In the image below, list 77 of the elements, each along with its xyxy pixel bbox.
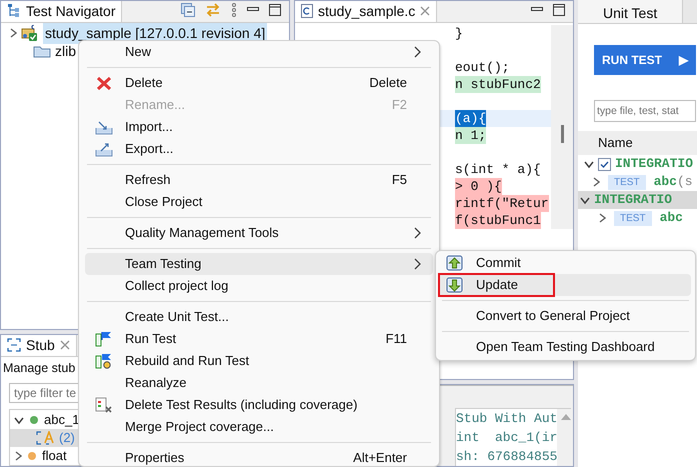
chevron-down-icon[interactable] [580,196,590,204]
group-label[interactable]: INTEGRATIO [615,154,694,174]
chevron-right-icon[interactable] [592,177,600,187]
menu-item[interactable]: Rebuild and Run Test [85,350,433,372]
chevron-down-icon[interactable] [584,160,594,168]
folder-icon [33,44,51,58]
c-file-icon [301,4,313,18]
console-line: sh: 676884855 [456,449,558,464]
menu-item[interactable]: Refresh F5 [85,169,433,191]
chevron-down-icon[interactable] [14,416,24,424]
more-icon[interactable] [231,3,237,17]
column-header: Name [598,134,633,152]
menu-item[interactable]: Quality Management Tools [85,222,433,244]
chevron-right-icon[interactable] [9,28,17,38]
clear-results-icon [95,397,113,413]
flag-gear-icon [95,353,113,369]
upload-icon [446,255,464,271]
import-icon [95,119,113,135]
code-line: s(int * a){ [455,161,541,178]
maximize-icon[interactable] [269,4,281,16]
shortcut-label: F5 [392,171,407,190]
view-tab[interactable]: Unit Test [578,0,684,23]
panel-caption: Manage stub [3,361,76,375]
code-line: } [455,25,463,42]
scrollbar-thumb[interactable] [560,125,564,143]
menu-item[interactable]: New [85,41,433,63]
menu-item[interactable]: Delete Delete [85,72,433,94]
delete-icon [95,75,113,91]
project-icon [21,25,39,41]
menu-item[interactable]: Import... [85,116,433,138]
download-icon [446,277,464,293]
tree-item[interactable]: zlib [55,40,76,62]
shortcut-label: F11 [386,330,407,348]
flag-icon [95,331,113,347]
run-test-button[interactable]: RUN TEST ▶ [594,45,696,75]
view-tab[interactable]: Test Navigator [1,1,122,22]
editor-tab[interactable]: study_sample.c [295,1,438,22]
maximize-icon[interactable] [553,4,565,16]
menu-item[interactable]: Run Test F11 [85,328,433,350]
minimize-icon[interactable] [531,7,543,13]
highlight-frame: Update [438,273,555,297]
test-name[interactable]: abc [660,208,683,228]
close-icon[interactable] [60,340,70,350]
code-line: eout(); [455,59,510,76]
stub-icon [7,338,21,352]
chevron-right-icon[interactable] [598,213,606,223]
shortcut-label: Alt+Enter [353,449,407,466]
view-tab[interactable]: Stub [1,335,77,356]
console-line: Stub With Aut [456,411,558,426]
test-name[interactable]: abc(s [654,172,693,192]
menu-item[interactable]: Properties Alt+Enter [85,447,433,466]
menu-item[interactable]: Update [438,274,691,296]
tree-item[interactable]: float [42,446,67,466]
menu-item[interactable]: Merge Project coverage... [85,416,433,438]
menu-item[interactable]: Convert to General Project [438,305,691,327]
test-tag: TEST [614,210,652,226]
tree-item[interactable]: abc_1 [44,410,80,430]
checkbox-icon[interactable] [598,158,611,170]
menu-item[interactable]: Close Project [85,191,433,213]
menu-item[interactable]: Commit [438,252,691,274]
minimize-icon[interactable] [247,7,259,13]
export-icon [95,141,113,157]
menu-item[interactable]: Export... [85,138,433,160]
collapse-icon[interactable] [181,3,195,17]
search-field[interactable]: type file, test, stat [594,100,696,122]
test-tag: TEST [608,174,646,190]
shortcut-label: F2 [392,96,407,114]
tree-icon [7,4,21,18]
menu-item[interactable]: Team Testing [85,253,433,275]
stub-warning-icon [36,431,54,445]
menu-item[interactable]: Collect project log [85,275,433,297]
menu-item[interactable]: Open Team Testing Dashboard [438,336,691,358]
chevron-right-icon[interactable] [14,451,22,461]
console-line: int abc_1(ir [456,430,558,445]
shortcut-label: Delete [369,74,407,92]
menu-item[interactable]: Create Unit Test... [85,306,433,328]
close-icon[interactable] [420,6,430,16]
